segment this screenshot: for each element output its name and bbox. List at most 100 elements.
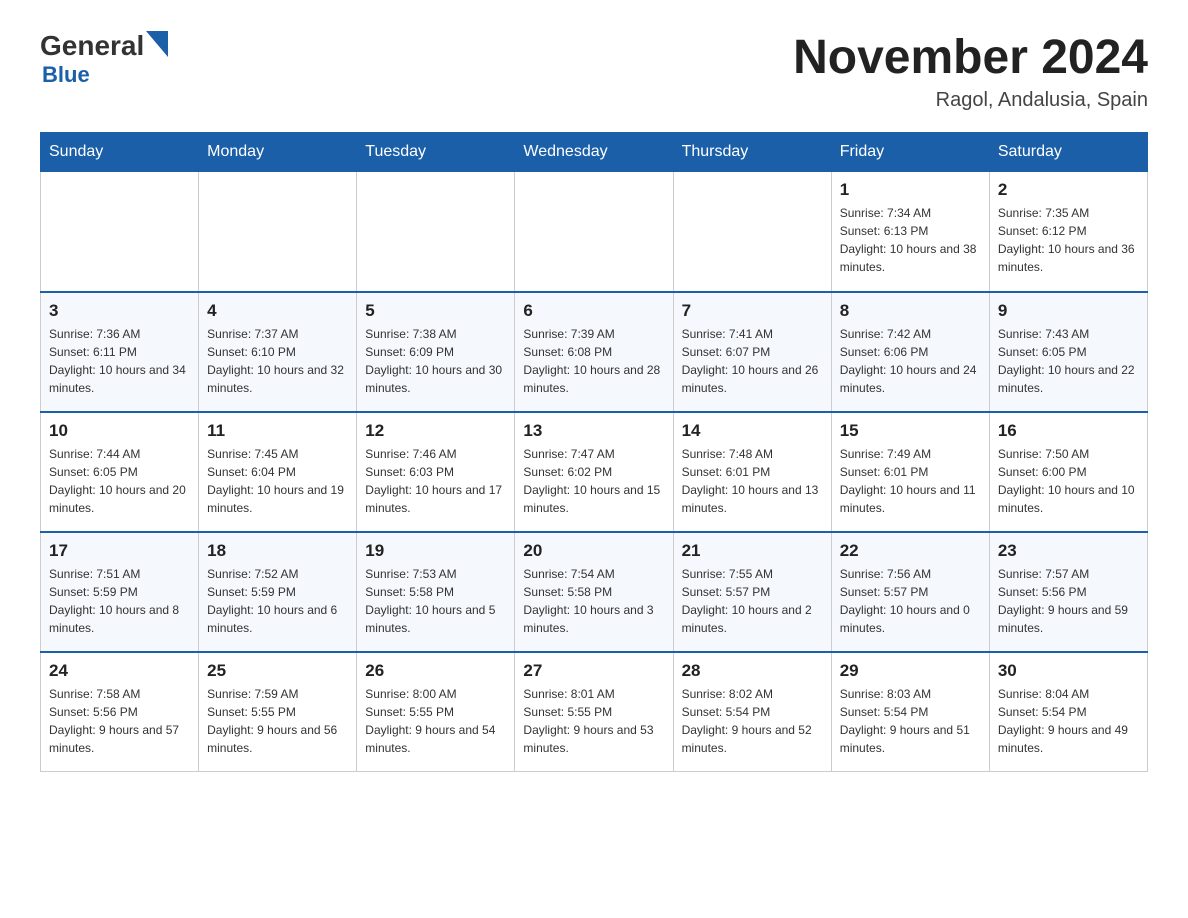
logo-general-text: General xyxy=(40,30,144,62)
calendar-cell: 13 Sunrise: 7:47 AM Sunset: 6:02 PM Dayli… xyxy=(515,412,673,532)
day-number: 21 xyxy=(682,541,823,561)
calendar-cell: 4 Sunrise: 7:37 AM Sunset: 6:10 PM Daylig… xyxy=(199,292,357,412)
day-info: Sunrise: 7:59 AM Sunset: 5:55 PM Dayligh… xyxy=(207,685,348,757)
calendar-cell: 30Sunrise: 8:04 AM Sunset: 5:54 PM Dayli… xyxy=(989,652,1147,772)
calendar-cell: 29Sunrise: 8:03 AM Sunset: 5:54 PM Dayli… xyxy=(831,652,989,772)
day-info: Sunrise: 7:56 AM Sunset: 5:57 PM Dayligh… xyxy=(840,565,981,637)
day-info: Sunrise: 7:55 AM Sunset: 5:57 PM Dayligh… xyxy=(682,565,823,637)
day-number: 17 xyxy=(49,541,190,561)
day-info: Sunrise: 7:42 AM Sunset: 6:06 PM Dayligh… xyxy=(840,325,981,397)
month-title: November 2024 xyxy=(793,30,1148,85)
header-sunday: Sunday xyxy=(41,133,199,172)
calendar-cell: 16 Sunrise: 7:50 AM Sunset: 6:00 PM Dayli… xyxy=(989,412,1147,532)
calendar-cell: 8 Sunrise: 7:42 AM Sunset: 6:06 PM Daylig… xyxy=(831,292,989,412)
calendar-cell xyxy=(199,172,357,292)
day-number: 5 xyxy=(365,301,506,321)
day-info: Sunrise: 7:35 AM Sunset: 6:12 PM Dayligh… xyxy=(998,204,1139,276)
day-info: Sunrise: 7:45 AM Sunset: 6:04 PM Dayligh… xyxy=(207,445,348,517)
day-number: 11 xyxy=(207,421,348,441)
calendar-cell xyxy=(41,172,199,292)
day-info: Sunrise: 7:54 AM Sunset: 5:58 PM Dayligh… xyxy=(523,565,664,637)
day-number: 28 xyxy=(682,661,823,681)
calendar-cell: 14 Sunrise: 7:48 AM Sunset: 6:01 PM Dayli… xyxy=(673,412,831,532)
week-row-1: 1Sunrise: 7:34 AM Sunset: 6:13 PM Daylig… xyxy=(41,172,1148,292)
calendar-cell: 12Sunrise: 7:46 AM Sunset: 6:03 PM Dayli… xyxy=(357,412,515,532)
week-row-4: 17Sunrise: 7:51 AM Sunset: 5:59 PM Dayli… xyxy=(41,532,1148,652)
day-info: Sunrise: 7:41 AM Sunset: 6:07 PM Dayligh… xyxy=(682,325,823,397)
day-info: Sunrise: 8:00 AM Sunset: 5:55 PM Dayligh… xyxy=(365,685,506,757)
header-saturday: Saturday xyxy=(989,133,1147,172)
day-number: 14 xyxy=(682,421,823,441)
calendar-cell: 28 Sunrise: 8:02 AM Sunset: 5:54 PM Dayli… xyxy=(673,652,831,772)
day-info: Sunrise: 7:58 AM Sunset: 5:56 PM Dayligh… xyxy=(49,685,190,757)
header-wednesday: Wednesday xyxy=(515,133,673,172)
calendar-cell: 1Sunrise: 7:34 AM Sunset: 6:13 PM Daylig… xyxy=(831,172,989,292)
day-number: 20 xyxy=(523,541,664,561)
day-number: 15 xyxy=(840,421,981,441)
day-info: Sunrise: 8:01 AM Sunset: 5:55 PM Dayligh… xyxy=(523,685,664,757)
day-number: 25 xyxy=(207,661,348,681)
title-area: November 2024 Ragol, Andalusia, Spain xyxy=(793,30,1148,112)
day-number: 30 xyxy=(998,661,1139,681)
calendar-cell: 19 Sunrise: 7:53 AM Sunset: 5:58 PM Dayli… xyxy=(357,532,515,652)
day-number: 6 xyxy=(523,301,664,321)
header: General Blue November 2024 Ragol, Andalu… xyxy=(40,30,1148,112)
calendar-cell: 25 Sunrise: 7:59 AM Sunset: 5:55 PM Dayli… xyxy=(199,652,357,772)
day-info: Sunrise: 7:43 AM Sunset: 6:05 PM Dayligh… xyxy=(998,325,1139,397)
calendar-cell: 26 Sunrise: 8:00 AM Sunset: 5:55 PM Dayli… xyxy=(357,652,515,772)
day-number: 10 xyxy=(49,421,190,441)
day-number: 7 xyxy=(682,301,823,321)
calendar-cell: 5 Sunrise: 7:38 AM Sunset: 6:09 PM Daylig… xyxy=(357,292,515,412)
calendar-cell: 7 Sunrise: 7:41 AM Sunset: 6:07 PM Daylig… xyxy=(673,292,831,412)
calendar-cell: 11 Sunrise: 7:45 AM Sunset: 6:04 PM Dayli… xyxy=(199,412,357,532)
calendar-table: Sunday Monday Tuesday Wednesday Thursday… xyxy=(40,132,1148,772)
day-number: 19 xyxy=(365,541,506,561)
calendar-cell xyxy=(357,172,515,292)
weekday-header-row: Sunday Monday Tuesday Wednesday Thursday… xyxy=(41,133,1148,172)
day-number: 4 xyxy=(207,301,348,321)
calendar-cell: 24Sunrise: 7:58 AM Sunset: 5:56 PM Dayli… xyxy=(41,652,199,772)
logo-area: General Blue xyxy=(40,30,168,88)
header-monday: Monday xyxy=(199,133,357,172)
day-info: Sunrise: 7:50 AM Sunset: 6:00 PM Dayligh… xyxy=(998,445,1139,517)
header-thursday: Thursday xyxy=(673,133,831,172)
calendar-cell: 21 Sunrise: 7:55 AM Sunset: 5:57 PM Dayli… xyxy=(673,532,831,652)
logo-line1: General xyxy=(40,30,168,62)
day-info: Sunrise: 7:53 AM Sunset: 5:58 PM Dayligh… xyxy=(365,565,506,637)
calendar-cell: 20 Sunrise: 7:54 AM Sunset: 5:58 PM Dayli… xyxy=(515,532,673,652)
day-number: 22 xyxy=(840,541,981,561)
day-info: Sunrise: 7:37 AM Sunset: 6:10 PM Dayligh… xyxy=(207,325,348,397)
day-info: Sunrise: 7:34 AM Sunset: 6:13 PM Dayligh… xyxy=(840,204,981,276)
week-row-2: 3 Sunrise: 7:36 AM Sunset: 6:11 PM Daylig… xyxy=(41,292,1148,412)
day-info: Sunrise: 7:44 AM Sunset: 6:05 PM Dayligh… xyxy=(49,445,190,517)
day-info: Sunrise: 7:47 AM Sunset: 6:02 PM Dayligh… xyxy=(523,445,664,517)
calendar-cell: 3 Sunrise: 7:36 AM Sunset: 6:11 PM Daylig… xyxy=(41,292,199,412)
day-info: Sunrise: 7:36 AM Sunset: 6:11 PM Dayligh… xyxy=(49,325,190,397)
day-info: Sunrise: 7:39 AM Sunset: 6:08 PM Dayligh… xyxy=(523,325,664,397)
logo-blue-text: Blue xyxy=(42,62,168,88)
day-number: 13 xyxy=(523,421,664,441)
day-number: 16 xyxy=(998,421,1139,441)
day-info: Sunrise: 8:03 AM Sunset: 5:54 PM Dayligh… xyxy=(840,685,981,757)
week-row-3: 10 Sunrise: 7:44 AM Sunset: 6:05 PM Dayli… xyxy=(41,412,1148,532)
day-info: Sunrise: 7:52 AM Sunset: 5:59 PM Dayligh… xyxy=(207,565,348,637)
calendar-cell xyxy=(673,172,831,292)
day-info: Sunrise: 7:48 AM Sunset: 6:01 PM Dayligh… xyxy=(682,445,823,517)
day-info: Sunrise: 7:57 AM Sunset: 5:56 PM Dayligh… xyxy=(998,565,1139,637)
day-number: 3 xyxy=(49,301,190,321)
calendar-cell: 23 Sunrise: 7:57 AM Sunset: 5:56 PM Dayli… xyxy=(989,532,1147,652)
day-info: Sunrise: 8:02 AM Sunset: 5:54 PM Dayligh… xyxy=(682,685,823,757)
calendar-cell: 9Sunrise: 7:43 AM Sunset: 6:05 PM Daylig… xyxy=(989,292,1147,412)
day-number: 8 xyxy=(840,301,981,321)
day-number: 27 xyxy=(523,661,664,681)
day-number: 23 xyxy=(998,541,1139,561)
calendar-cell xyxy=(515,172,673,292)
day-info: Sunrise: 7:38 AM Sunset: 6:09 PM Dayligh… xyxy=(365,325,506,397)
header-tuesday: Tuesday xyxy=(357,133,515,172)
location-title: Ragol, Andalusia, Spain xyxy=(793,89,1148,112)
day-number: 26 xyxy=(365,661,506,681)
logo-wrapper: General Blue xyxy=(40,30,168,88)
calendar-cell: 10 Sunrise: 7:44 AM Sunset: 6:05 PM Dayli… xyxy=(41,412,199,532)
calendar-cell: 18Sunrise: 7:52 AM Sunset: 5:59 PM Dayli… xyxy=(199,532,357,652)
calendar-cell: 17Sunrise: 7:51 AM Sunset: 5:59 PM Dayli… xyxy=(41,532,199,652)
